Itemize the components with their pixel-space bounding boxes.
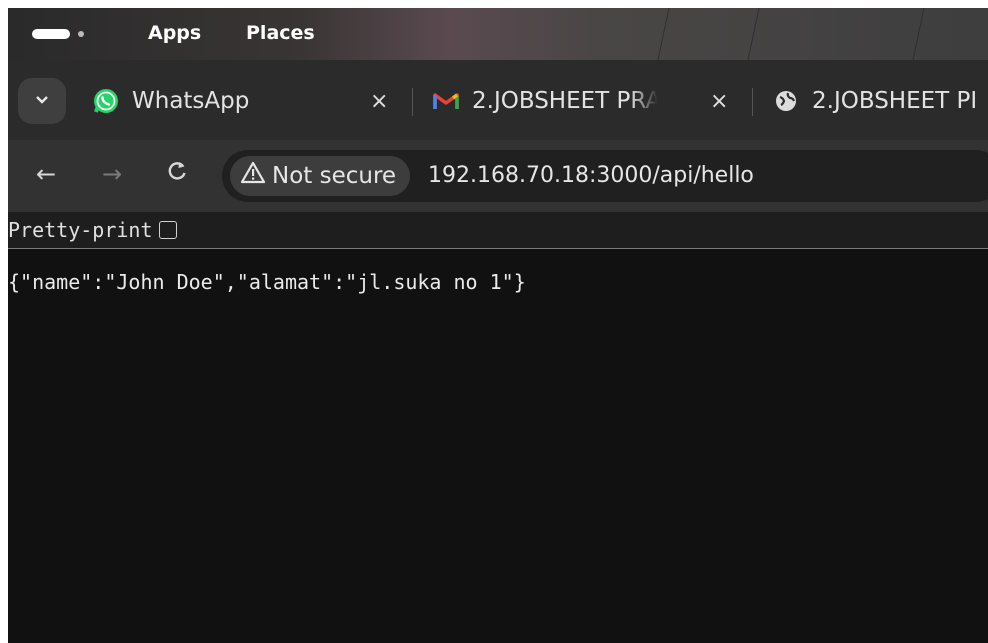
tab-divider: [752, 88, 753, 116]
security-label: Not secure: [272, 163, 397, 189]
url-text[interactable]: 192.168.70.18:3000/api/hello: [428, 163, 754, 188]
active-workspace-pill: [32, 29, 70, 39]
tab-title: 2.JOBSHEET PI: [812, 88, 978, 114]
pretty-print-checkbox[interactable]: [158, 221, 177, 239]
back-button[interactable]: ←: [36, 160, 56, 188]
tab-title: WhatsApp: [132, 88, 250, 114]
whatsapp-icon: [92, 87, 120, 115]
json-response-text: {"name":"John Doe","alamat":"jl.suka no …: [8, 270, 526, 294]
chevron-down-icon: [35, 93, 49, 109]
tab-search-button[interactable]: [18, 78, 66, 124]
reload-button[interactable]: [166, 160, 188, 188]
pretty-print-bar: Pretty-print: [8, 212, 988, 249]
inactive-workspace-dot: [78, 31, 84, 37]
navigation-toolbar: ← → Not secure 192.168.70.18:3000/api/he…: [8, 140, 988, 212]
tab-jobsheet-gmail[interactable]: 2.JOBSHEET PRAK ×: [432, 78, 732, 124]
tab-strip: WhatsApp × 2.JOBSHEET PRAK × 2.JOBSHEET …: [8, 60, 988, 140]
workspace-indicator[interactable]: [32, 29, 84, 39]
forward-button[interactable]: →: [102, 160, 122, 188]
pretty-print-label: Pretty-print: [8, 218, 153, 242]
warning-triangle-icon: [240, 161, 266, 191]
globe-icon: [772, 87, 800, 115]
desktop-top-bar: Apps Places: [8, 8, 988, 60]
places-menu[interactable]: Places: [246, 22, 315, 44]
reload-icon: [168, 162, 186, 180]
tab-whatsapp[interactable]: WhatsApp ×: [92, 78, 392, 124]
tab-title: 2.JOBSHEET PRAK: [472, 88, 658, 114]
close-tab-icon[interactable]: ×: [710, 89, 728, 114]
tab-jobsheet-web[interactable]: 2.JOBSHEET PI: [772, 78, 988, 124]
close-tab-icon[interactable]: ×: [370, 89, 388, 114]
tab-divider: [412, 88, 413, 116]
screen: Apps Places WhatsApp × 2.JOBSHEET PRAK ×…: [8, 8, 988, 643]
site-security-chip[interactable]: Not secure: [230, 156, 411, 196]
address-bar[interactable]: Not secure 192.168.70.18:3000/api/hello: [222, 150, 988, 202]
apps-menu[interactable]: Apps: [148, 22, 201, 44]
gmail-icon: [432, 87, 460, 115]
